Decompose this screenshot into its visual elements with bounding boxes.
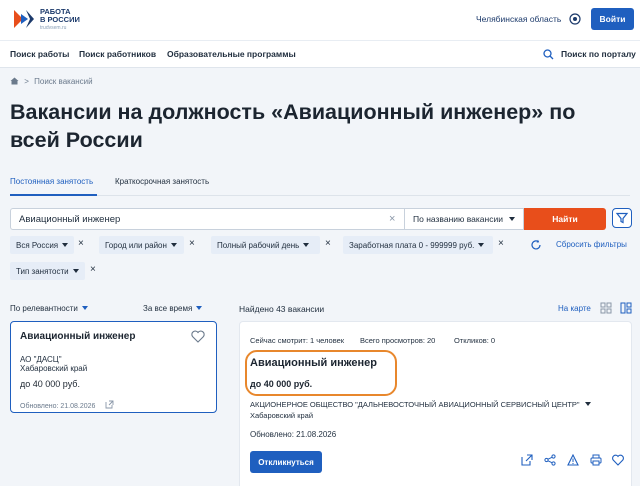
chevron-down-icon: [72, 269, 79, 273]
find-button[interactable]: Найти: [524, 208, 606, 230]
responses-count: Откликов: 0: [454, 336, 496, 345]
search-icon: [543, 49, 554, 60]
detail-updated: Обновлено: 21.08.2026: [250, 430, 337, 439]
print-icon[interactable]: [590, 454, 602, 466]
external-link-icon[interactable]: [105, 400, 114, 409]
vacancy-updated: Обновлено: 21.08.2026: [20, 400, 114, 410]
vacancy-company: АО "ДАСЦ": [20, 355, 62, 364]
respond-button[interactable]: Откликнуться: [250, 451, 322, 473]
viewing-now: Сейчас смотрит: 1 человек: [250, 336, 345, 345]
heart-icon[interactable]: [191, 330, 205, 343]
close-icon[interactable]: ×: [325, 238, 331, 249]
vacancy-list-item[interactable]: Авиационный инженер АО "ДАСЦ" Хабаровски…: [10, 321, 217, 413]
close-icon[interactable]: ×: [189, 238, 195, 249]
login-button[interactable]: Войти: [591, 8, 634, 30]
vacancy-detail-card: Сейчас смотрит: 1 человек Всего просмотр…: [239, 321, 632, 486]
total-views: Всего просмотров: 20: [360, 336, 436, 345]
close-icon[interactable]: ×: [498, 238, 504, 249]
chip-label: Полный рабочий день: [217, 240, 300, 250]
search-mode-label: По названию вакансии: [413, 214, 503, 224]
nav-item-job-search[interactable]: Поиск работы: [10, 49, 69, 59]
chevron-down-icon: [81, 306, 88, 310]
logo-text[interactable]: РАБОТА В РОССИИ: [40, 8, 80, 24]
company-label: АКЦИОНЕРНОЕ ОБЩЕСТВО "ДАЛЬНЕВОСТОЧНЫЙ АВ…: [250, 400, 580, 409]
chip-label: Город или район: [105, 240, 167, 250]
chip-label: Вся Россия: [16, 240, 59, 250]
sort-period-label: За все время: [143, 304, 193, 313]
chevron-down-icon: [170, 243, 177, 247]
tab-permanent[interactable]: Постоянная занятость: [10, 177, 93, 186]
chevron-down-icon[interactable]: [584, 402, 591, 406]
detail-region: Хабаровский край: [250, 411, 314, 420]
filter-chip-city[interactable]: Город или район: [99, 236, 184, 254]
close-icon[interactable]: ×: [90, 264, 96, 275]
close-icon[interactable]: ×: [78, 238, 84, 249]
external-link-icon[interactable]: [521, 454, 533, 466]
search-value: Авиационный инженер: [19, 214, 121, 225]
detail-company: АКЦИОНЕРНОЕ ОБЩЕСТВО "ДАЛЬНЕВОСТОЧНЫЙ АВ…: [250, 400, 591, 409]
main-nav: Поиск работы Поиск работников Образовате…: [0, 40, 640, 68]
filter-button[interactable]: [612, 208, 632, 228]
breadcrumb-current: Поиск вакансий: [34, 77, 93, 86]
portal-search[interactable]: Поиск по порталу: [543, 49, 636, 60]
logo-icon[interactable]: [10, 6, 36, 32]
nav-item-worker-search[interactable]: Поиск работников: [79, 49, 156, 59]
tab-short-term[interactable]: Краткосрочная занятость: [115, 177, 209, 186]
clear-icon[interactable]: ×: [389, 213, 395, 225]
split-view-icon[interactable]: [620, 302, 632, 314]
top-bar: РАБОТА В РОССИИ trudvsem.ru Челябинская …: [0, 0, 640, 40]
results-count: Найдено 43 вакансии: [239, 304, 325, 314]
breadcrumb-separator: >: [24, 77, 29, 86]
chip-label: Заработная плата 0 - 999999 руб.: [349, 240, 475, 250]
heart-icon[interactable]: [612, 454, 624, 466]
filter-chip-salary[interactable]: Заработная плата 0 - 999999 руб.: [343, 236, 493, 254]
share-icon[interactable]: [544, 454, 556, 466]
updated-label: Обновлено: 21.08.2026: [20, 403, 96, 410]
nav-item-education[interactable]: Образовательные программы: [167, 49, 296, 59]
chevron-down-icon: [62, 243, 69, 247]
grid-view-icon[interactable]: [600, 302, 612, 314]
sort-relevance[interactable]: По релевантности: [10, 304, 88, 313]
filter-chip-region[interactable]: Вся Россия: [10, 236, 74, 254]
filter-chip-employment-type[interactable]: Тип занятости: [10, 262, 85, 280]
page-title: Вакансии на должность «Авиационный инжен…: [10, 100, 576, 152]
sort-relevance-label: По релевантности: [10, 304, 78, 313]
portal-search-label: Поиск по порталу: [561, 49, 636, 59]
refresh-icon[interactable]: [530, 239, 542, 251]
active-tab-indicator: [10, 194, 97, 196]
logo-subtitle: trudvsem.ru: [40, 25, 67, 31]
home-icon[interactable]: [10, 77, 19, 85]
reset-filters-button[interactable]: Сбросить фильтры: [556, 240, 627, 249]
chevron-down-icon: [478, 243, 485, 247]
filter-icon: [615, 212, 629, 224]
logo-line2: В РОССИИ: [40, 15, 80, 24]
chevron-down-icon: [509, 217, 515, 221]
chip-label: Тип занятости: [16, 266, 69, 276]
search-input[interactable]: Авиационный инженер ×: [10, 208, 405, 230]
detail-salary: до 40 000 руб.: [250, 379, 313, 389]
region-selector[interactable]: Челябинская область: [476, 14, 561, 24]
breadcrumb: > Поиск вакансий: [10, 77, 93, 86]
on-map-link[interactable]: На карте: [558, 304, 591, 313]
vacancy-title[interactable]: Авиационный инженер: [20, 331, 135, 342]
chevron-down-icon: [303, 243, 310, 247]
vacancy-salary: до 40 000 руб.: [20, 379, 80, 389]
detail-title[interactable]: Авиационный инженер: [250, 357, 377, 369]
sort-period[interactable]: За все время: [143, 304, 203, 313]
vacancy-region: Хабаровский край: [20, 364, 88, 373]
eye-icon[interactable]: [569, 13, 581, 25]
filter-chip-schedule[interactable]: Полный рабочий день: [211, 236, 320, 254]
chevron-down-icon: [196, 306, 203, 310]
tabs-divider: [10, 195, 630, 196]
warning-icon[interactable]: [567, 454, 579, 466]
search-mode-select[interactable]: По названию вакансии: [405, 208, 524, 230]
